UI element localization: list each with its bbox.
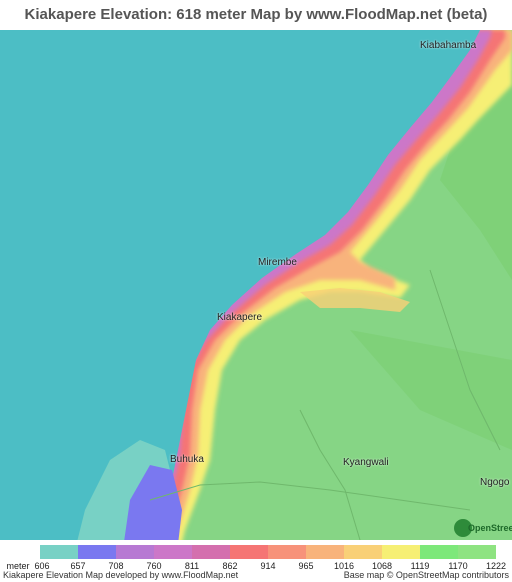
credit-osm: Base map © OpenStreetMap contributors: [343, 570, 509, 580]
legend-swatch: [382, 545, 420, 559]
legend-swatch: [458, 545, 496, 559]
legend-swatch: [192, 545, 230, 559]
legend-swatch: [344, 545, 382, 559]
page-title: Kiakapere Elevation: 618 meter Map by ww…: [0, 0, 512, 30]
legend-swatch: [40, 545, 78, 559]
place-label-buhuka: Buhuka: [170, 454, 204, 465]
place-label-kyangwali: Kyangwali: [343, 457, 389, 468]
place-label-kiabahamba: Kiabahamba: [420, 40, 477, 51]
legend-swatch: [306, 545, 344, 559]
legend-swatch: [268, 545, 306, 559]
legend-swatch: [116, 545, 154, 559]
credit-floodmap: Kiakapere Elevation Map developed by www…: [3, 570, 239, 580]
legend-swatch: [420, 545, 458, 559]
place-label-mirembe: Mirembe: [258, 257, 297, 268]
footer: Kiakapere Elevation Map developed by www…: [0, 570, 512, 582]
osm-logo: OpenStreetMap: [454, 519, 512, 541]
elevation-map[interactable]: Kiabahamba Mirembe Kiakapere Buhuka Kyan…: [0, 30, 512, 540]
map-canvas: [0, 30, 512, 540]
elevation-legend: meter 606 657 708 760 811 862 914 965 1016 1068 11…: [0, 540, 512, 571]
osm-logo-text: OpenStreetMap: [468, 523, 512, 533]
legend-swatch: [230, 545, 268, 559]
legend-swatch: [78, 545, 116, 559]
place-label-ngogo: Ngogo: [480, 477, 510, 488]
place-label-kiakapere: Kiakapere: [217, 312, 263, 323]
legend-swatch: [154, 545, 192, 559]
